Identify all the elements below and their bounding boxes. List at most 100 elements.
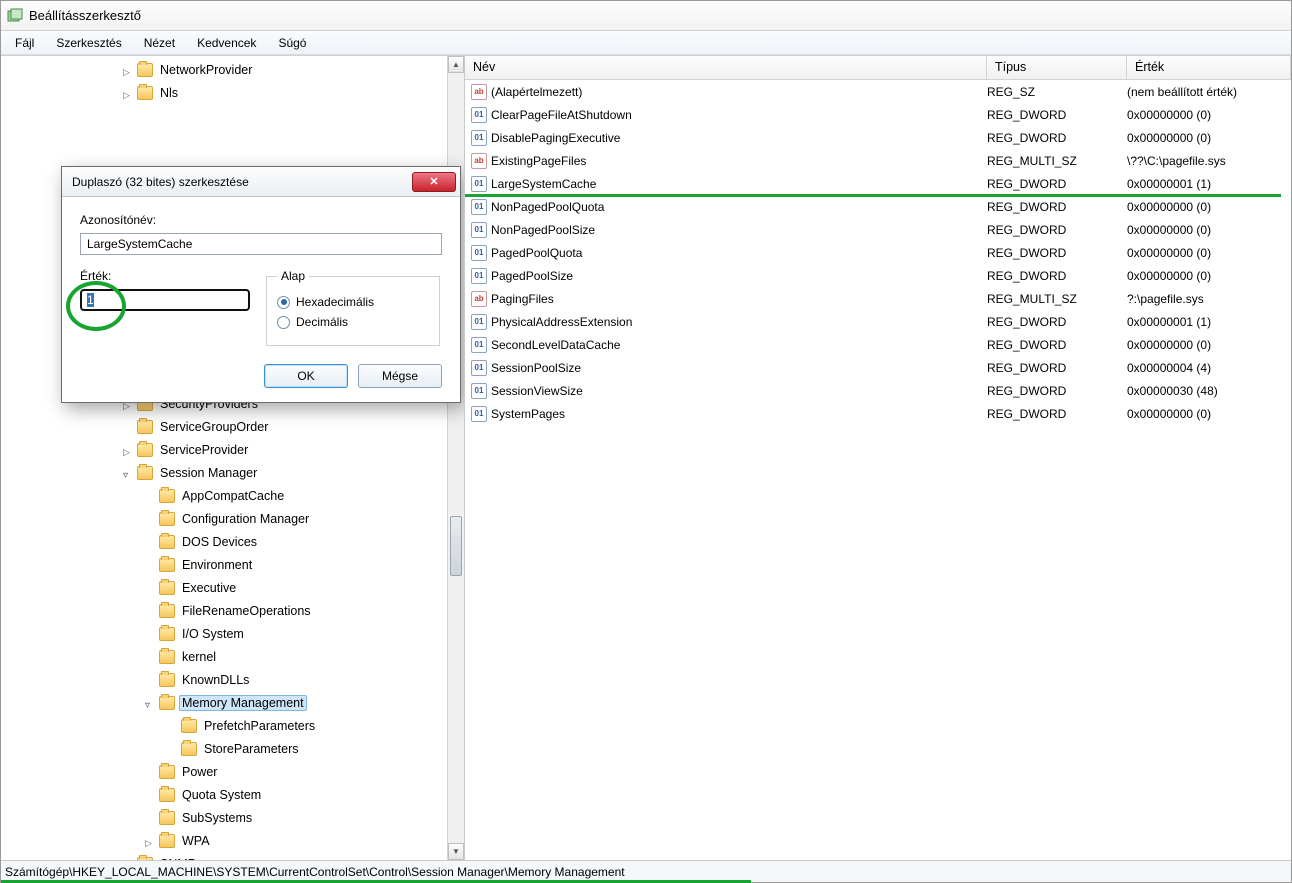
tree-item[interactable]: PrefetchParameters [1,714,447,737]
chevron-right-icon[interactable] [123,444,135,456]
value-name: NonPagedPoolSize [491,223,595,237]
scroll-down-button[interactable]: ▼ [448,843,464,860]
tree-item[interactable]: KnownDLLs [1,668,447,691]
tree-item[interactable]: SNMP [1,852,447,860]
chevron-down-icon[interactable] [123,467,135,479]
value-row[interactable]: PagedPoolQuotaREG_DWORD0x00000000 (0) [465,241,1291,264]
tree-item[interactable]: SubSystems [1,806,447,829]
tree-item-label: PrefetchParameters [201,718,318,734]
folder-icon [159,834,175,848]
tree-item[interactable]: Session Manager [1,461,447,484]
value-row[interactable]: SystemPagesREG_DWORD0x00000000 (0) [465,402,1291,425]
tree-item[interactable]: NetworkProvider [1,58,447,81]
menu-help[interactable]: Súgó [268,34,316,52]
tree-item[interactable]: Memory Management [1,691,447,714]
value-row[interactable]: PhysicalAddressExtensionREG_DWORD0x00000… [465,310,1291,333]
folder-icon [159,512,175,526]
radio-dec[interactable]: Decimális [277,315,429,329]
value-type: REG_DWORD [987,384,1127,398]
base-group: Alap Hexadecimális Decimális [266,269,440,346]
tree-item[interactable]: kernel [1,645,447,668]
value-data: 0x00000001 (1) [1127,177,1291,191]
value-field[interactable] [80,289,250,311]
menu-favorites[interactable]: Kedvencek [187,34,266,52]
tree-spacer-icon [167,743,179,755]
value-row[interactable]: ExistingPageFilesREG_MULTI_SZ\??\C:\page… [465,149,1291,172]
dialog-title-bar[interactable]: Duplaszó (32 bites) szerkesztése ✕ [62,167,460,197]
value-row[interactable]: DisablePagingExecutiveREG_DWORD0x0000000… [465,126,1291,149]
value-label: Érték: [80,269,250,283]
reg-dword-icon [471,176,487,192]
tree-item[interactable]: FileRenameOperations [1,599,447,622]
value-row[interactable]: SessionViewSizeREG_DWORD0x00000030 (48) [465,379,1291,402]
chevron-right-icon[interactable] [123,87,135,99]
value-data: (nem beállított érték) [1127,85,1291,99]
tree-item[interactable]: Configuration Manager [1,507,447,530]
value-type: REG_SZ [987,85,1127,99]
col-value-header[interactable]: Érték [1127,56,1291,79]
chevron-right-icon[interactable] [123,64,135,76]
tree-item[interactable]: DOS Devices [1,530,447,553]
tree-item[interactable]: StoreParameters [1,737,447,760]
value-type: REG_MULTI_SZ [987,292,1127,306]
close-button[interactable]: ✕ [412,172,456,192]
scroll-thumb[interactable] [450,516,462,576]
tree-item[interactable]: WPA [1,829,447,852]
tree-item[interactable]: Power [1,760,447,783]
folder-icon [159,765,175,779]
tree-item[interactable]: ServiceProvider [1,438,447,461]
tree-item-label: Memory Management [179,695,307,711]
value-row[interactable]: NonPagedPoolSizeREG_DWORD0x00000000 (0) [465,218,1291,241]
tree-item-label: FileRenameOperations [179,603,314,619]
tree-item[interactable]: Quota System [1,783,447,806]
col-type-header[interactable]: Típus [987,56,1127,79]
value-row[interactable]: PagedPoolSizeREG_DWORD0x00000000 (0) [465,264,1291,287]
folder-icon [159,489,175,503]
tree-spacer-icon [145,513,157,525]
menu-edit[interactable]: Szerkesztés [46,34,131,52]
value-name: PagedPoolSize [491,269,573,283]
tree-item-label: I/O System [179,626,247,642]
tree-item[interactable]: AppCompatCache [1,484,447,507]
menu-file[interactable]: Fájl [5,34,44,52]
value-row[interactable]: (Alapértelmezett)REG_SZ(nem beállított é… [465,80,1291,103]
value-type: REG_DWORD [987,246,1127,260]
tree-item-label: Configuration Manager [179,511,312,527]
value-data: 0x00000000 (0) [1127,246,1291,260]
tree-spacer-icon [145,812,157,824]
value-name: ExistingPageFiles [491,154,586,168]
tree-spacer-icon [145,605,157,617]
value-name: SecondLevelDataCache [491,338,620,352]
tree-item[interactable]: Executive [1,576,447,599]
menu-view[interactable]: Nézet [134,34,185,52]
tree-item[interactable]: Environment [1,553,447,576]
value-data: 0x00000000 (0) [1127,407,1291,421]
regedit-window: Beállításszerkesztő Fájl Szerkesztés Néz… [0,0,1292,883]
value-row[interactable]: SessionPoolSizeREG_DWORD0x00000004 (4) [465,356,1291,379]
base-legend: Alap [277,269,309,283]
folder-icon [159,811,175,825]
tree-pane: NetworkProviderNlsScsiPortSecurePipeServ… [1,56,465,860]
value-row[interactable]: SecondLevelDataCacheREG_DWORD0x00000000 … [465,333,1291,356]
chevron-down-icon[interactable] [145,697,157,709]
value-data: 0x00000004 (4) [1127,361,1291,375]
tree-item[interactable]: ServiceGroupOrder [1,415,447,438]
radio-hex-label: Hexadecimális [296,295,374,309]
name-field[interactable] [80,233,442,255]
tree-item-label: WPA [179,833,213,849]
value-row[interactable]: NonPagedPoolQuotaREG_DWORD0x00000000 (0) [465,195,1291,218]
chevron-right-icon[interactable] [145,835,157,847]
tree-item[interactable]: I/O System [1,622,447,645]
value-row[interactable]: ClearPageFileAtShutdownREG_DWORD0x000000… [465,103,1291,126]
cancel-button[interactable]: Mégse [358,364,442,388]
tree-item-label: NetworkProvider [157,62,255,78]
ok-button[interactable]: OK [264,364,348,388]
radio-hex[interactable]: Hexadecimális [277,295,429,309]
col-name-header[interactable]: Név [465,56,987,79]
value-row[interactable]: PagingFilesREG_MULTI_SZ?:\pagefile.sys [465,287,1291,310]
reg-string-icon [471,84,487,100]
scroll-up-button[interactable]: ▲ [448,56,464,73]
value-name: NonPagedPoolQuota [491,200,604,214]
value-row[interactable]: LargeSystemCacheREG_DWORD0x00000001 (1) [465,172,1291,195]
tree-item[interactable]: Nls [1,81,447,104]
